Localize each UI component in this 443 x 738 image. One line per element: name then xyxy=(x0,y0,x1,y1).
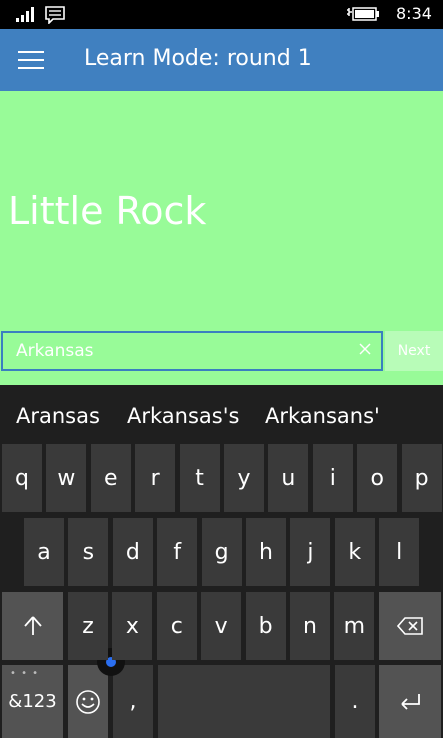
key-label: f xyxy=(173,539,182,565)
key-label: j xyxy=(307,539,314,565)
more-dots-icon: • • • xyxy=(10,668,40,679)
key-label: q xyxy=(15,465,29,491)
key-label: s xyxy=(82,539,95,565)
key-label: p xyxy=(414,465,429,491)
emoji-key[interactable] xyxy=(68,665,108,738)
key-label: l xyxy=(396,539,403,565)
key-label: x xyxy=(125,613,139,639)
key-e[interactable]: e xyxy=(90,444,131,512)
key-label: g xyxy=(214,539,229,565)
period-key[interactable]: . xyxy=(335,665,375,738)
space-key[interactable] xyxy=(158,665,330,738)
app-header: Learn Mode: round 1 xyxy=(0,29,443,91)
key-u[interactable]: u xyxy=(268,444,309,512)
key-label: o xyxy=(370,465,384,491)
key-m[interactable]: m xyxy=(334,592,375,660)
suggestion-bar: Aransas Arkansas's Arkansans' xyxy=(0,385,443,443)
answer-field[interactable] xyxy=(1,331,383,371)
comma-key-label: , xyxy=(129,689,137,714)
key-label: y xyxy=(237,465,251,491)
key-label: k xyxy=(348,539,362,565)
key-g[interactable]: g xyxy=(201,518,242,586)
question-text: Little Rock xyxy=(8,189,207,233)
page-title: Learn Mode: round 1 xyxy=(84,46,312,71)
key-label: i xyxy=(329,465,336,491)
key-w[interactable]: w xyxy=(46,444,87,512)
backspace-icon xyxy=(397,617,423,635)
menu-icon[interactable] xyxy=(18,51,44,69)
shift-key[interactable] xyxy=(2,592,63,660)
symbols-key-label: &123 xyxy=(8,691,57,712)
key-a[interactable]: a xyxy=(24,518,64,586)
emoji-icon xyxy=(76,689,100,714)
key-label: v xyxy=(214,613,228,639)
key-b[interactable]: b xyxy=(245,592,286,660)
key-label: m xyxy=(343,613,366,639)
next-button[interactable]: Next xyxy=(385,331,443,371)
answer-input[interactable] xyxy=(16,339,336,363)
key-label: r xyxy=(150,465,160,491)
quiz-area: Little Rock Next xyxy=(0,91,443,385)
suggestion-item[interactable]: Arkansans' xyxy=(265,404,380,428)
message-icon xyxy=(45,6,65,24)
period-key-label: . xyxy=(351,689,359,714)
status-bar: 8:34 xyxy=(0,0,443,29)
key-label: u xyxy=(281,465,296,491)
key-d[interactable]: d xyxy=(112,518,153,586)
key-y[interactable]: y xyxy=(224,444,264,512)
key-label: e xyxy=(104,465,118,491)
backspace-key[interactable] xyxy=(379,592,441,660)
key-v[interactable]: v xyxy=(201,592,242,660)
key-label: c xyxy=(170,613,183,639)
key-label: b xyxy=(258,613,273,639)
key-h[interactable]: h xyxy=(246,518,286,586)
battery-charging-icon xyxy=(347,7,379,21)
key-o[interactable]: o xyxy=(357,444,398,512)
key-label: h xyxy=(259,539,273,565)
key-label: w xyxy=(57,465,76,491)
key-j[interactable]: j xyxy=(290,518,331,586)
key-l[interactable]: l xyxy=(379,518,420,586)
enter-icon xyxy=(401,693,420,710)
comma-key[interactable]: , xyxy=(113,665,153,738)
key-label: a xyxy=(37,539,51,565)
clear-icon[interactable] xyxy=(358,342,372,356)
key-label: d xyxy=(125,539,140,565)
key-t[interactable]: t xyxy=(179,444,220,512)
key-label: t xyxy=(195,465,204,491)
key-n[interactable]: n xyxy=(290,592,330,660)
key-i[interactable]: i xyxy=(312,444,353,512)
key-s[interactable]: s xyxy=(68,518,109,586)
key-c[interactable]: c xyxy=(156,592,197,660)
key-r[interactable]: r xyxy=(135,444,176,512)
status-time: 8:34 xyxy=(396,4,432,23)
key-f[interactable]: f xyxy=(157,518,198,586)
key-p[interactable]: p xyxy=(401,444,442,512)
key-label: n xyxy=(303,613,317,639)
enter-key[interactable] xyxy=(379,665,441,738)
signal-strength-icon xyxy=(16,7,34,22)
key-k[interactable]: k xyxy=(334,518,375,586)
suggestion-item[interactable]: Arkansas's xyxy=(127,404,239,428)
shift-icon xyxy=(23,616,42,635)
key-label: z xyxy=(82,613,94,639)
key-z[interactable]: z xyxy=(68,592,108,660)
key-q[interactable]: q xyxy=(2,444,42,512)
key-x[interactable]: x xyxy=(112,592,153,660)
suggestion-item[interactable]: Aransas xyxy=(16,404,100,428)
